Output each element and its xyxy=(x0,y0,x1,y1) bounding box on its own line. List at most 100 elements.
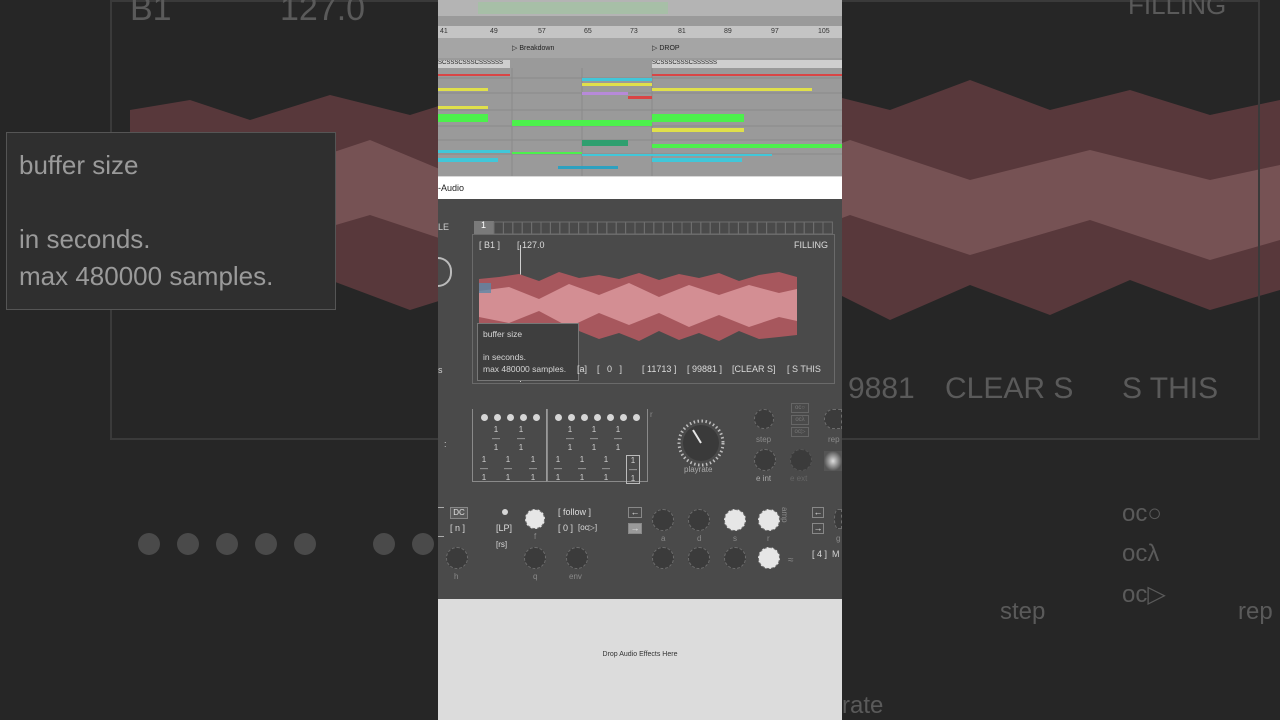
tab-number[interactable]: 1 xyxy=(481,220,486,230)
step-fraction[interactable]: 1—1 xyxy=(588,425,600,452)
clip-row-right[interactable]: SCSSSCSSSCSSSSSS xyxy=(652,60,842,68)
q-knob[interactable] xyxy=(524,547,546,569)
attack-knob[interactable] xyxy=(652,509,674,531)
arrow-right-icon[interactable]: → xyxy=(628,523,642,534)
buffer-tab-strip[interactable] xyxy=(474,221,834,235)
arrow-left-icon[interactable]: ← xyxy=(628,507,642,518)
buffer-tab xyxy=(653,221,664,235)
overview-strip[interactable] xyxy=(438,0,842,16)
locator-drop[interactable]: ▷ DROP xyxy=(652,44,680,52)
env2-attack-knob[interactable] xyxy=(652,547,674,569)
step-dot[interactable] xyxy=(494,414,501,421)
arrow-right-icon[interactable]: → xyxy=(812,523,824,534)
arrangement-view[interactable]: 41 49 57 65 73 81 89 97 105 ▷ Breakdown … xyxy=(438,0,842,176)
step-dot[interactable] xyxy=(507,414,514,421)
release-knob[interactable] xyxy=(758,509,780,531)
rep-knob[interactable] xyxy=(824,409,842,429)
env-knob[interactable] xyxy=(566,547,588,569)
bar-number: 65 xyxy=(584,28,592,35)
step-fraction[interactable]: 1—1 xyxy=(527,455,539,482)
locator-bar[interactable] xyxy=(438,38,842,58)
clear-button[interactable]: [CLEAR S] xyxy=(732,364,776,374)
env-label: env xyxy=(569,572,582,581)
waveform-display[interactable]: [ B1 ] [ 127.0 FILLING buffer size in se… xyxy=(472,234,835,384)
step-fraction[interactable]: 1—1 xyxy=(552,455,564,482)
playrate-label: playrate xyxy=(684,465,713,474)
dc-button[interactable]: DC xyxy=(450,507,468,519)
drop-audio-effects-area[interactable]: Drop Audio Effects Here xyxy=(438,599,842,720)
bar-number: 73 xyxy=(630,28,638,35)
step-fraction[interactable]: 1—1 xyxy=(576,455,588,482)
env2-sustain-knob[interactable] xyxy=(724,547,746,569)
buffer-tab xyxy=(559,221,570,235)
step-dot[interactable] xyxy=(633,414,640,421)
step-dot[interactable] xyxy=(555,414,562,421)
env2-release-knob[interactable] xyxy=(758,547,780,569)
env2-decay-knob[interactable] xyxy=(688,547,710,569)
step-dot[interactable] xyxy=(520,414,527,421)
step-fraction[interactable]: 1—1 xyxy=(515,425,527,452)
arrow-left-icon[interactable]: ← xyxy=(812,507,824,518)
arrangement-clips[interactable] xyxy=(438,68,842,176)
step-fraction[interactable]: 1—1 xyxy=(600,455,612,482)
sustain-label: s xyxy=(733,534,737,543)
left-cut-knob[interactable] xyxy=(438,257,452,287)
bar-number: 49 xyxy=(490,28,498,35)
n-button[interactable]: [ n ] xyxy=(450,523,465,533)
step-knob[interactable] xyxy=(754,409,774,429)
follow-value[interactable]: [ 0 ] xyxy=(558,523,573,533)
cutoff-knob[interactable] xyxy=(525,509,545,529)
lp-button[interactable]: [LP] xyxy=(496,523,512,533)
sustain-knob[interactable] xyxy=(724,509,746,531)
step-dot[interactable] xyxy=(568,414,575,421)
h-knob[interactable] xyxy=(446,547,468,569)
playrate-knob[interactable] xyxy=(676,417,726,467)
buffer-name[interactable]: [ B1 ] xyxy=(479,240,500,250)
e-int-label: e int xyxy=(756,474,772,483)
step-fraction[interactable]: 1—1 xyxy=(612,425,624,452)
end-readout[interactable]: [ 99881 ] xyxy=(687,364,722,374)
locator-breakdown[interactable]: ▷ Breakdown xyxy=(512,44,554,52)
e-ext-knob[interactable] xyxy=(790,449,812,471)
step-dot[interactable] xyxy=(533,414,540,421)
follow-button[interactable]: [ follow ] xyxy=(558,507,591,517)
gain-knob[interactable] xyxy=(834,509,842,529)
decay-knob[interactable] xyxy=(688,509,710,531)
bar-number: 89 xyxy=(724,28,732,35)
step-fraction[interactable]: 1—1 xyxy=(478,455,490,482)
rep-label: rep xyxy=(828,435,840,444)
mid-readout[interactable]: [ 11713 ] xyxy=(642,364,676,374)
oc-lambda-button[interactable]: ocλ xyxy=(791,415,809,425)
tempo-readout[interactable]: [ 127.0 xyxy=(517,240,545,250)
this-button[interactable]: [ S THIS xyxy=(787,364,821,374)
rs-button[interactable]: [rs] xyxy=(496,540,507,549)
clip-row-left[interactable]: SCSSSCSSSCSSSSSS xyxy=(438,60,510,68)
buffer-tab xyxy=(737,221,749,235)
step-dot[interactable] xyxy=(594,414,601,421)
background-step-dot xyxy=(412,533,434,555)
device-title-bar[interactable]: -Audio xyxy=(438,177,842,199)
follow-oc-button[interactable]: [oc▷] xyxy=(578,523,597,532)
a-toggle[interactable]: [a] xyxy=(577,364,587,374)
step-dot[interactable] xyxy=(607,414,614,421)
bar-ruler[interactable]: 41 49 57 65 73 81 89 97 105 xyxy=(438,26,842,38)
buffer-tab xyxy=(625,221,636,235)
start-readout[interactable]: [ 0 ] xyxy=(597,364,622,374)
step-dot[interactable] xyxy=(620,414,627,421)
buffer-tab xyxy=(813,221,824,235)
buffer-tab xyxy=(531,221,542,235)
step-fraction-selected[interactable]: 1—1 xyxy=(626,455,640,484)
left-cut-s: s xyxy=(438,365,443,375)
background-buffer-label: B1 xyxy=(130,0,172,28)
buffer-tab xyxy=(775,221,786,235)
oc-circle-button[interactable]: oc○ xyxy=(791,403,809,413)
step-fraction[interactable]: 1—1 xyxy=(490,425,502,452)
step-fraction[interactable]: 1—1 xyxy=(502,455,514,482)
step-dot[interactable] xyxy=(581,414,588,421)
oc-play-button[interactable]: oc▷ xyxy=(791,427,809,437)
step-fraction[interactable]: 1—1 xyxy=(564,425,576,452)
buffer-tab xyxy=(747,221,758,235)
step-dot[interactable] xyxy=(481,414,488,421)
e-int-knob[interactable] xyxy=(754,449,776,471)
voices-value[interactable]: [ 4 ] xyxy=(812,549,827,559)
